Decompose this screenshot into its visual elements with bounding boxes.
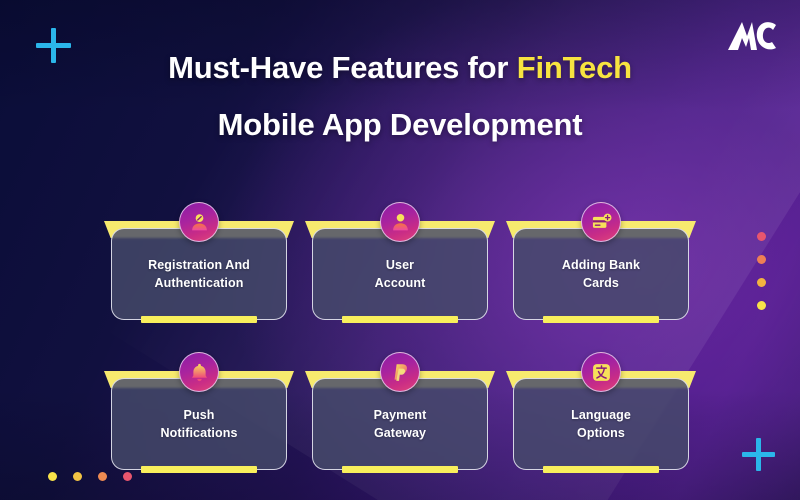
paypal-p-icon — [380, 352, 420, 392]
bell-icon — [179, 352, 219, 392]
card-label: Payment Gateway — [373, 407, 427, 440]
feature-card-payment-gateway[interactable]: Payment Gateway — [305, 352, 495, 473]
card-bottom-bar — [342, 466, 458, 473]
feature-card-registration-and-authentication[interactable]: Registration And Authentication — [104, 202, 294, 323]
credit-card-plus-icon — [581, 202, 621, 242]
feature-card-user-account[interactable]: User Account — [305, 202, 495, 323]
card-bottom-bar — [543, 466, 659, 473]
card-label: Language Options — [571, 407, 631, 440]
title-highlight-fintech: FinTech — [516, 50, 632, 85]
card-label: Push Notifications — [160, 407, 238, 440]
title-line-1: Must-Have Features for FinTech — [0, 52, 800, 83]
title-line-2: Mobile App Development — [217, 107, 583, 142]
mc-monogram-logo — [726, 16, 778, 56]
feature-card-push-notifications[interactable]: Push Notifications — [104, 352, 294, 473]
card-bottom-bar — [543, 316, 659, 323]
infographic-canvas: Must-Have Features for FinTech Mobile Ap… — [0, 0, 800, 500]
card-bottom-bar — [141, 316, 257, 323]
card-bottom-bar — [342, 316, 458, 323]
title-line-1-prefix: Must-Have Features for — [168, 50, 517, 85]
feature-card-adding-bank-cards[interactable]: Adding Bank Cards — [506, 202, 696, 323]
translate-icon — [581, 352, 621, 392]
card-label: User Account — [374, 257, 426, 290]
page-title: Must-Have Features for FinTech Mobile Ap… — [0, 52, 800, 140]
feature-card-language-options[interactable]: Language Options — [506, 352, 696, 473]
feature-card-grid: Registration And Authentication User Acco… — [0, 196, 800, 496]
user-account-icon — [380, 202, 420, 242]
card-label: Adding Bank Cards — [561, 257, 641, 290]
card-label: Registration And Authentication — [148, 257, 250, 290]
user-edit-icon — [179, 202, 219, 242]
card-bottom-bar — [141, 466, 257, 473]
